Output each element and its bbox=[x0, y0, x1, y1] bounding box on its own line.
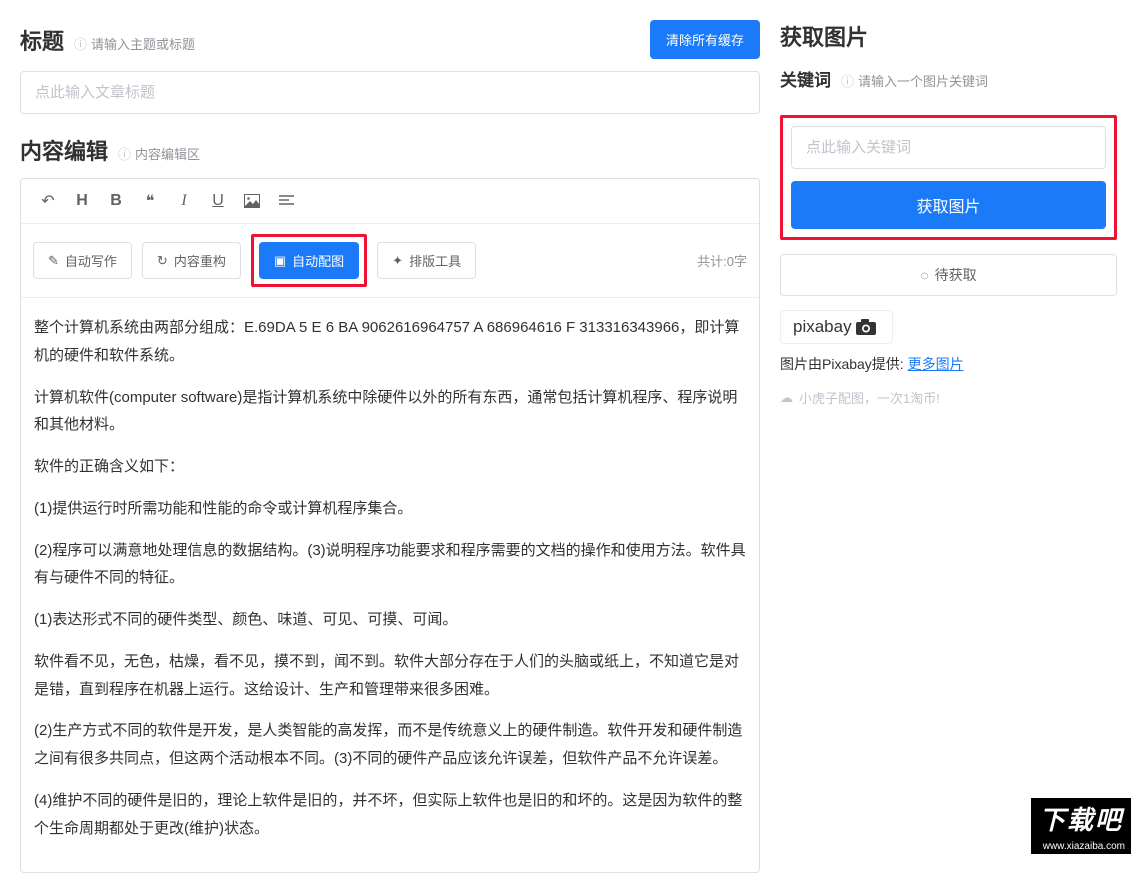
auto-write-button[interactable]: ✎ 自动写作 bbox=[33, 242, 132, 279]
content-editor[interactable]: 整个计算机系统由两部分组成：E.69DA 5 E 6 BA 9062616964… bbox=[21, 298, 759, 872]
cloud-icon: ☁ bbox=[780, 390, 793, 406]
pending-button[interactable]: ◌ 待获取 bbox=[780, 254, 1117, 296]
pencil-icon: ✎ bbox=[48, 253, 59, 269]
paragraph: 软件看不见，无色，枯燥，看不见，摸不到，闻不到。软件大部分存在于人们的头脑或纸上… bbox=[34, 648, 746, 704]
align-left-icon[interactable] bbox=[269, 185, 303, 217]
auto-image-button[interactable]: ▣ 自动配图 bbox=[259, 242, 359, 279]
fetch-image-button[interactable]: 获取图片 bbox=[791, 181, 1106, 229]
undo-icon[interactable]: ↶ bbox=[31, 185, 65, 217]
article-title-input[interactable] bbox=[20, 71, 760, 114]
watermark: 下载吧 www.xiazaiba.com bbox=[1031, 798, 1131, 854]
layout-tool-button[interactable]: ✦ 排版工具 bbox=[377, 242, 476, 279]
loading-icon: ◌ bbox=[920, 267, 928, 283]
info-icon: ⓘ bbox=[74, 34, 87, 53]
camera-icon bbox=[856, 319, 880, 335]
wand-icon: ✦ bbox=[392, 253, 403, 269]
info-icon: ⓘ bbox=[841, 71, 854, 90]
highlight-box: 获取图片 bbox=[780, 115, 1117, 240]
highlight-box: ▣ 自动配图 bbox=[251, 234, 367, 287]
paragraph: (1)表达形式不同的硬件类型、颜色、味道、可见、可摸、可闻。 bbox=[34, 606, 746, 634]
word-count: 共计:0字 bbox=[697, 251, 747, 270]
content-hint: ⓘ 内容编辑区 bbox=[118, 144, 200, 163]
underline-icon[interactable]: U bbox=[201, 185, 235, 217]
keyword-label: 关键词 bbox=[780, 66, 831, 91]
credit-line: 图片由Pixabay提供: 更多图片 bbox=[780, 354, 1117, 374]
paragraph: (2)程序可以满意地处理信息的数据结构。(3)说明程序功能要求和程序需要的文档的… bbox=[34, 537, 746, 593]
editor-toolbar: ↶ H B ❝ I U bbox=[21, 179, 759, 224]
italic-icon[interactable]: I bbox=[167, 185, 201, 217]
keyword-hint: ⓘ 请输入一个图片关键词 bbox=[841, 71, 988, 90]
keyword-input[interactable] bbox=[791, 126, 1106, 169]
watermark-url: www.xiazaiba.com bbox=[1031, 839, 1131, 854]
action-row: ✎ 自动写作 ↻ 内容重构 ▣ 自动配图 ✦ 排版工具 共计:0字 bbox=[21, 224, 759, 298]
content-heading: 内容编辑 bbox=[20, 134, 108, 166]
title-heading: 标题 bbox=[20, 24, 64, 56]
restructure-button[interactable]: ↻ 内容重构 bbox=[142, 242, 241, 279]
title-hint: ⓘ 请输入主题或标题 bbox=[74, 34, 195, 53]
paragraph: (2)生产方式不同的软件是开发，是人类智能的高发挥，而不是传统意义上的硬件制造。… bbox=[34, 717, 746, 773]
fetch-image-heading: 获取图片 bbox=[780, 20, 1117, 52]
paragraph: 整个计算机系统由两部分组成：E.69DA 5 E 6 BA 9062616964… bbox=[34, 314, 746, 370]
refresh-icon: ↻ bbox=[157, 253, 168, 269]
heading-icon[interactable]: H bbox=[65, 185, 99, 217]
quote-icon[interactable]: ❝ bbox=[133, 185, 167, 217]
picture-icon: ▣ bbox=[274, 253, 286, 269]
more-images-link[interactable]: 更多图片 bbox=[908, 356, 964, 372]
editor-container: ↶ H B ❝ I U ✎ 自动写作 ↻ bbox=[20, 178, 760, 873]
bold-icon[interactable]: B bbox=[99, 185, 133, 217]
paragraph: (4)维护不同的硬件是旧的，理论上软件是旧的，并不坏，但实际上软件也是旧的和坏的… bbox=[34, 787, 746, 843]
watermark-text: 下载吧 bbox=[1031, 798, 1131, 839]
pixabay-badge: pixabay bbox=[780, 310, 893, 344]
mini-tip: ☁ 小虎子配图，一次1淘币! bbox=[780, 388, 1117, 407]
paragraph: (1)提供运行时所需功能和性能的命令或计算机程序集合。 bbox=[34, 495, 746, 523]
image-icon[interactable] bbox=[235, 185, 269, 217]
paragraph: 软件的正确含义如下： bbox=[34, 453, 746, 481]
clear-cache-button[interactable]: 清除所有缓存 bbox=[650, 20, 760, 59]
info-icon: ⓘ bbox=[118, 144, 131, 163]
paragraph: 计算机软件(computer software)是指计算机系统中除硬件以外的所有… bbox=[34, 384, 746, 440]
